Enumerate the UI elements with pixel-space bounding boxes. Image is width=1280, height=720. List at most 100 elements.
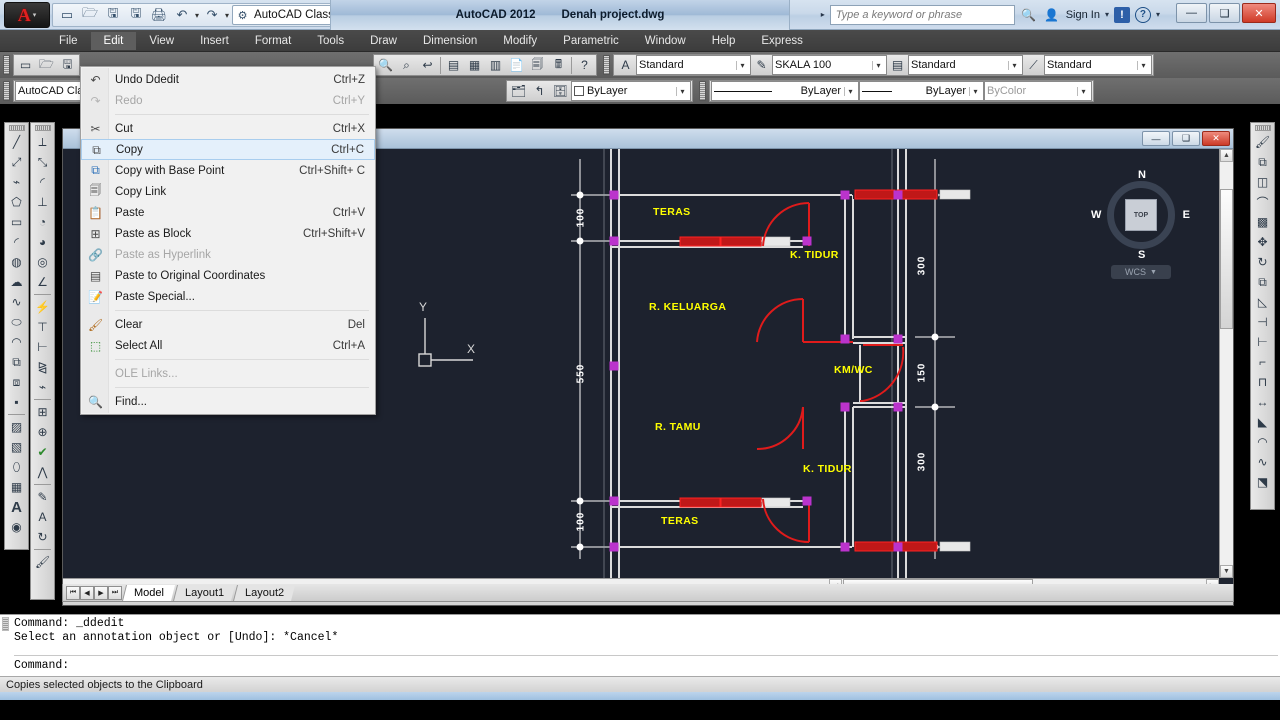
view-cube-west-label[interactable]: W: [1091, 209, 1101, 221]
view-cube[interactable]: TOP N S E W: [1091, 169, 1190, 261]
multiline-text-icon[interactable]: ◉: [6, 517, 27, 537]
scroll-down-button[interactable]: ▼: [1220, 565, 1233, 578]
menu-item-paste-as-block[interactable]: ⊞ Paste as Block Ctrl+Shift+V: [81, 223, 375, 244]
construction-line-icon[interactable]: ⤢: [6, 152, 27, 172]
toolbar-grip[interactable]: [1254, 125, 1271, 131]
edit-dim-icon[interactable]: ✎: [32, 487, 53, 507]
gradient-icon[interactable]: ▧: [6, 437, 27, 457]
menu-item-select-all[interactable]: ⬚ Select All Ctrl+A: [81, 335, 375, 356]
text-style-icon[interactable]: A: [615, 55, 636, 75]
menu-format[interactable]: Format: [242, 32, 304, 50]
ellipse-icon[interactable]: ⬭: [6, 312, 27, 332]
revcloud-icon[interactable]: ☁: [6, 272, 27, 292]
baseline-dim-icon[interactable]: ⊤: [32, 317, 53, 337]
chevron-down-icon[interactable]: ▾: [736, 60, 748, 70]
view-cube-top-face[interactable]: TOP: [1125, 199, 1157, 231]
menu-modify[interactable]: Modify: [490, 32, 550, 50]
search-input[interactable]: Type a keyword or phrase: [829, 4, 1015, 25]
sheet-set-icon[interactable]: 📄: [506, 55, 527, 75]
jog-line-icon[interactable]: ⋀: [32, 462, 53, 482]
text-icon[interactable]: A: [6, 497, 27, 517]
saveas-icon[interactable]: 🖫: [126, 5, 146, 25]
center-mark-icon[interactable]: ⊕: [32, 422, 53, 442]
menu-express[interactable]: Express: [748, 32, 816, 50]
linear-dim-icon[interactable]: ⟂: [32, 132, 53, 152]
quickcalc-icon[interactable]: 🖩: [548, 55, 569, 75]
offset-icon[interactable]: ⌒: [1252, 192, 1273, 212]
menu-edit[interactable]: Edit: [90, 31, 137, 50]
ucs-selector[interactable]: WCS ▼: [1111, 265, 1171, 279]
tab-first-button[interactable]: ⏮: [66, 585, 80, 600]
fillet-icon[interactable]: ◠: [1252, 432, 1273, 452]
view-cube-east-label[interactable]: E: [1183, 209, 1190, 221]
toolbar-grip[interactable]: [8, 125, 25, 131]
undo-dropdown-icon[interactable]: ▾: [195, 11, 199, 20]
menu-item-find[interactable]: 🔍 Find...: [81, 391, 375, 412]
menu-insert[interactable]: Insert: [187, 32, 242, 50]
line-icon[interactable]: ╱: [6, 132, 27, 152]
menu-item-undo[interactable]: ↶ Undo Ddedit Ctrl+Z: [81, 69, 375, 90]
polyline-icon[interactable]: ⌁: [6, 172, 27, 192]
toolbar-grip[interactable]: [603, 55, 610, 75]
table-style-icon[interactable]: ▤: [887, 55, 908, 75]
ellipse-arc-icon[interactable]: ◠: [6, 332, 27, 352]
tab-layout1[interactable]: Layout1: [172, 584, 236, 601]
markup-set-icon[interactable]: 🗐: [527, 55, 548, 75]
help-icon[interactable]: ?: [574, 55, 595, 75]
array-icon[interactable]: ▩: [1252, 212, 1273, 232]
text-style-combo[interactable]: Standard ▾: [636, 55, 751, 75]
menu-dimension[interactable]: Dimension: [410, 32, 490, 50]
command-line-grip[interactable]: [2, 617, 9, 631]
inspect-icon[interactable]: ✔: [32, 442, 53, 462]
dim-style-combo[interactable]: SKALA 100 ▾: [772, 55, 887, 75]
menu-help[interactable]: Help: [699, 32, 749, 50]
drawing-maximize-button[interactable]: ❑: [1172, 131, 1200, 146]
move-icon[interactable]: ✥: [1252, 232, 1273, 252]
trim-icon[interactable]: ⊣: [1252, 312, 1273, 332]
menu-window[interactable]: Window: [632, 32, 699, 50]
help-dropdown-icon[interactable]: ▾: [1156, 10, 1160, 19]
lineweight-combo[interactable]: ByLayer ▾: [859, 81, 984, 101]
layer-previous-icon[interactable]: ↰: [529, 81, 550, 101]
polygon-icon[interactable]: ⬠: [6, 192, 27, 212]
rectangle-icon[interactable]: ▭: [6, 212, 27, 232]
menu-tools[interactable]: Tools: [304, 32, 357, 50]
chevron-down-icon[interactable]: ▼: [1150, 269, 1157, 276]
table-style-combo[interactable]: Standard ▾: [908, 55, 1023, 75]
plot-icon[interactable]: 🖨: [149, 5, 169, 25]
toolbar-grip[interactable]: [3, 55, 10, 75]
chamfer-icon[interactable]: ◣: [1252, 412, 1273, 432]
quick-dim-icon[interactable]: ⚡: [32, 297, 53, 317]
menu-view[interactable]: View: [136, 32, 187, 50]
view-cube-south-label[interactable]: S: [1138, 249, 1145, 261]
redo-dropdown-icon[interactable]: ▾: [225, 11, 229, 20]
chevron-down-icon[interactable]: ▾: [1137, 60, 1149, 70]
point-icon[interactable]: ▪: [6, 392, 27, 412]
open-icon[interactable]: 🗁: [80, 5, 100, 25]
menu-item-clear[interactable]: 🖌 Clear Del: [81, 314, 375, 335]
view-cube-north-label[interactable]: N: [1138, 169, 1146, 181]
menu-parametric[interactable]: Parametric: [550, 32, 632, 50]
properties-palette-icon[interactable]: ▤: [443, 55, 464, 75]
diameter-dim-icon[interactable]: ◎: [32, 252, 53, 272]
join-icon[interactable]: ↔: [1252, 392, 1273, 412]
drawing-close-button[interactable]: ✕: [1202, 131, 1230, 146]
layer-state-icon[interactable]: 🗄: [550, 81, 571, 101]
blend-curves-icon[interactable]: ∿: [1252, 452, 1273, 472]
layer-combo[interactable]: ByLayer ▾: [571, 81, 691, 101]
tolerance-icon[interactable]: ⊞: [32, 402, 53, 422]
save-icon[interactable]: 🖫: [103, 5, 123, 25]
ordinate-dim-icon[interactable]: ⊥: [32, 192, 53, 212]
arc-length-icon[interactable]: ◜: [32, 172, 53, 192]
close-button[interactable]: ✕: [1242, 3, 1276, 23]
scroll-up-button[interactable]: ▲: [1220, 149, 1233, 162]
angular-dim-icon[interactable]: ∠: [32, 272, 53, 292]
chevron-down-icon[interactable]: ▾: [969, 86, 981, 96]
menu-item-copy-link[interactable]: 🗐 Copy Link: [81, 181, 375, 202]
erase-icon[interactable]: 🖌: [1252, 132, 1273, 152]
chevron-down-icon[interactable]: ▾: [844, 86, 856, 96]
tab-layout2[interactable]: Layout2: [233, 584, 296, 601]
stretch-icon[interactable]: ◺: [1252, 292, 1273, 312]
layer-properties-icon[interactable]: 🗂: [508, 81, 529, 101]
zoom-realtime-icon[interactable]: 🔍: [375, 55, 396, 75]
